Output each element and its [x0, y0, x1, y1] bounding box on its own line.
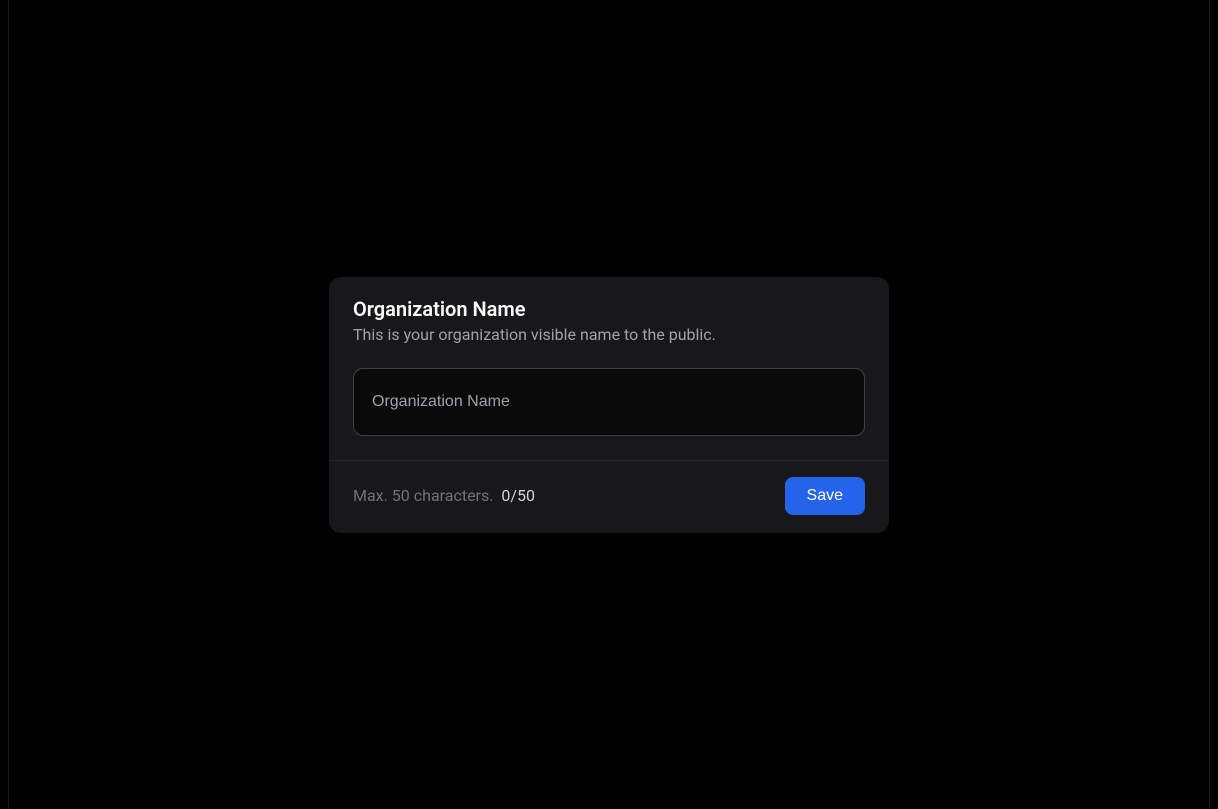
char-limit-count: 0/50 — [501, 486, 535, 505]
card-body: Organization Name This is your organizat… — [329, 277, 889, 460]
char-limit-label: Max. 50 characters. — [353, 486, 493, 505]
org-name-card: Organization Name This is your organizat… — [329, 277, 889, 533]
char-limit: Max. 50 characters. 0/50 — [353, 486, 535, 505]
card-description: This is your organization visible name t… — [353, 325, 865, 344]
card-footer: Max. 50 characters. 0/50 Save — [329, 460, 889, 533]
card-title: Organization Name — [353, 297, 865, 321]
organization-name-input[interactable] — [353, 368, 865, 436]
save-button[interactable]: Save — [785, 477, 865, 515]
